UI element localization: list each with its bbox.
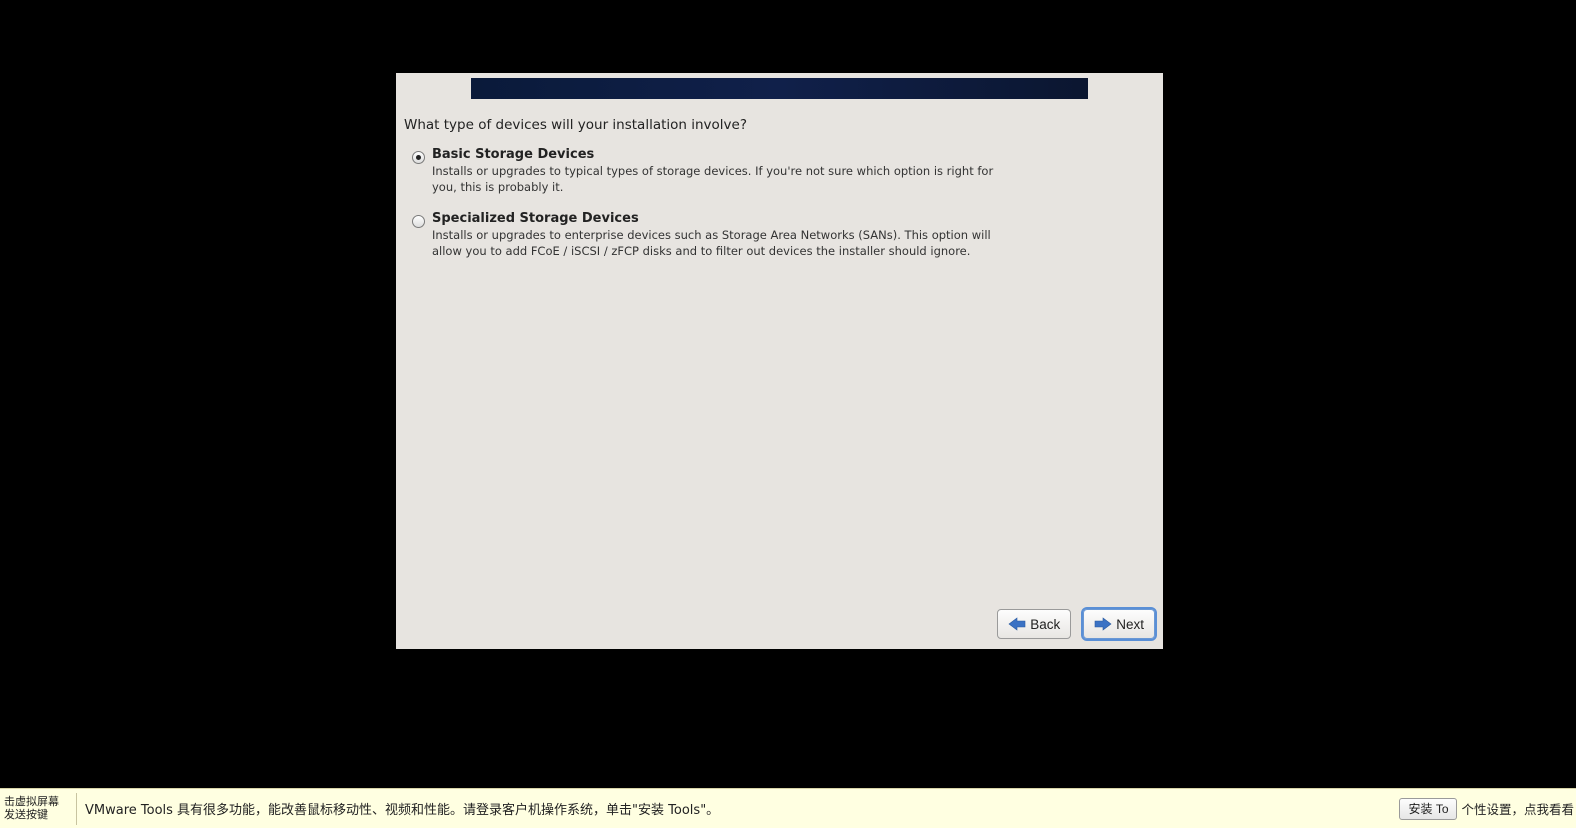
vmware-hint-bar: 击虚拟屏幕 发送按键 VMware Tools 具有很多功能，能改善鼠标移动性、… [0, 788, 1576, 828]
next-button[interactable]: Next [1083, 609, 1155, 639]
wizard-button-row: Back Next [396, 609, 1163, 649]
option-title: Specialized Storage Devices [432, 211, 1115, 226]
next-button-label: Next [1116, 617, 1144, 632]
arrow-right-icon [1094, 617, 1112, 631]
storage-options-group: Basic Storage Devices Installs or upgrad… [404, 147, 1155, 259]
hint-divider [76, 793, 77, 825]
installer-header-banner [471, 78, 1088, 99]
vmware-tools-message: VMware Tools 具有很多功能，能改善鼠标移动性、视频和性能。请登录客户… [85, 799, 1399, 818]
arrow-left-icon [1008, 617, 1026, 631]
option-description: Installs or upgrades to typical types of… [432, 164, 1012, 195]
option-basic-storage[interactable]: Basic Storage Devices Installs or upgrad… [412, 147, 1155, 195]
vm-screen: What type of devices will your installat… [0, 0, 1576, 748]
installer-content: What type of devices will your installat… [396, 99, 1163, 609]
install-tools-button[interactable]: 安装 To [1399, 798, 1457, 820]
option-description: Installs or upgrades to enterprise devic… [432, 228, 1012, 259]
installer-window: What type of devices will your installat… [396, 73, 1163, 649]
personalization-overlay[interactable]: 个性设置，点我看看 [1461, 799, 1574, 818]
hint-left-text: 击虚拟屏幕 发送按键 [0, 792, 76, 825]
device-type-question: What type of devices will your installat… [404, 117, 1155, 133]
option-title: Basic Storage Devices [432, 147, 1115, 162]
back-button[interactable]: Back [997, 609, 1071, 639]
radio-basic-storage[interactable] [412, 151, 425, 164]
back-button-label: Back [1030, 617, 1060, 632]
radio-specialized-storage[interactable] [412, 215, 425, 228]
option-specialized-storage[interactable]: Specialized Storage Devices Installs or … [412, 211, 1155, 259]
